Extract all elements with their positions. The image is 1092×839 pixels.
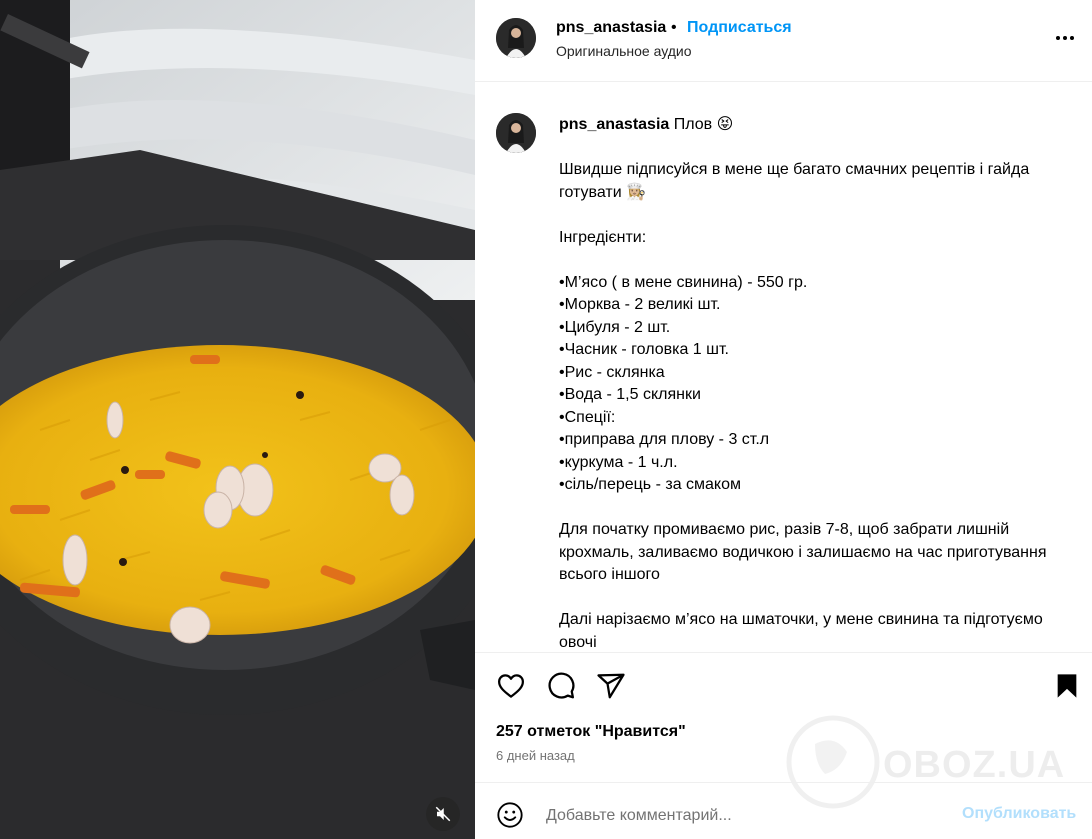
post-sidebar: pns_anastasia • Подписаться Оригинальное… <box>475 0 1092 839</box>
ingredient-item: •Рис - склянка <box>559 363 665 381</box>
share-icon[interactable] <box>596 671 626 701</box>
caption-title: Плов 😝 <box>673 116 734 133</box>
author-avatar[interactable] <box>496 18 536 58</box>
caption-body: pns_anastasia Плов 😝 Швидше підписуйся в… <box>559 114 1079 653</box>
post-actions: 257 отметок "Нравится" 6 дней назад <box>475 652 1092 782</box>
caption-paragraph: Для початку промиваємо рис, разів 7-8, щ… <box>559 521 1051 583</box>
ingredient-item: •Часник - головка 1 шт. <box>559 341 729 358</box>
caption-username-link[interactable]: pns_anastasia <box>559 116 669 133</box>
comment-input[interactable] <box>546 803 946 829</box>
audio-label-link[interactable]: Оригинальное аудио <box>556 43 692 59</box>
mute-toggle-button[interactable] <box>426 797 460 831</box>
separator-dot: • <box>671 19 677 36</box>
comment-bar: Опубликовать <box>475 782 1092 839</box>
more-horizontal-icon[interactable] <box>1053 26 1077 50</box>
follow-button[interactable]: Подписаться <box>687 19 792 37</box>
ingredients-heading: Інгредієнти: <box>559 228 647 246</box>
ingredient-item: •приправа для плову - 3 ст.л <box>559 431 770 448</box>
post-caption: pns_anastasia Плов 😝 Швидше підписуйся в… <box>475 83 1092 653</box>
plov-photo <box>0 0 475 839</box>
volume-off-icon <box>435 806 451 822</box>
ingredient-item: •Спеції: <box>559 408 616 426</box>
ingredient-item: •Морква - 2 великі шт. <box>559 296 721 313</box>
author-username-link[interactable]: pns_anastasia <box>556 19 666 37</box>
ingredient-item: •Цибуля - 2 шт. <box>559 318 671 336</box>
post-header: pns_anastasia • Подписаться Оригинальное… <box>475 0 1092 82</box>
ingredient-item: •сіль/перець - за смаком <box>559 476 742 493</box>
comment-icon[interactable] <box>546 671 576 701</box>
post-timestamp[interactable]: 6 дней назад <box>496 748 575 763</box>
likes-count[interactable]: 257 отметок "Нравится" <box>496 723 686 741</box>
caption-paragraph: Далі нарізаємо м’ясо на шматочки, у мене… <box>559 611 1048 651</box>
ingredient-item: •Вода - 1,5 склянки <box>559 386 701 403</box>
bookmark-icon[interactable] <box>1053 671 1081 701</box>
caption-title-line: pns_anastasia Плов 😝 <box>559 114 1079 137</box>
emoji-icon[interactable] <box>496 801 524 829</box>
publish-button[interactable]: Опубликовать <box>962 805 1076 823</box>
caption-paragraph: Швидше підписуйся в мене ще багато смачн… <box>559 161 1034 201</box>
ingredient-item: •куркума - 1 ч.л. <box>559 453 678 471</box>
post-media[interactable] <box>0 0 475 839</box>
caption-author-avatar[interactable] <box>496 113 536 153</box>
ingredient-item: •М’ясо ( в мене свинина) - 550 гр. <box>559 273 808 291</box>
heart-icon[interactable] <box>496 671 526 701</box>
